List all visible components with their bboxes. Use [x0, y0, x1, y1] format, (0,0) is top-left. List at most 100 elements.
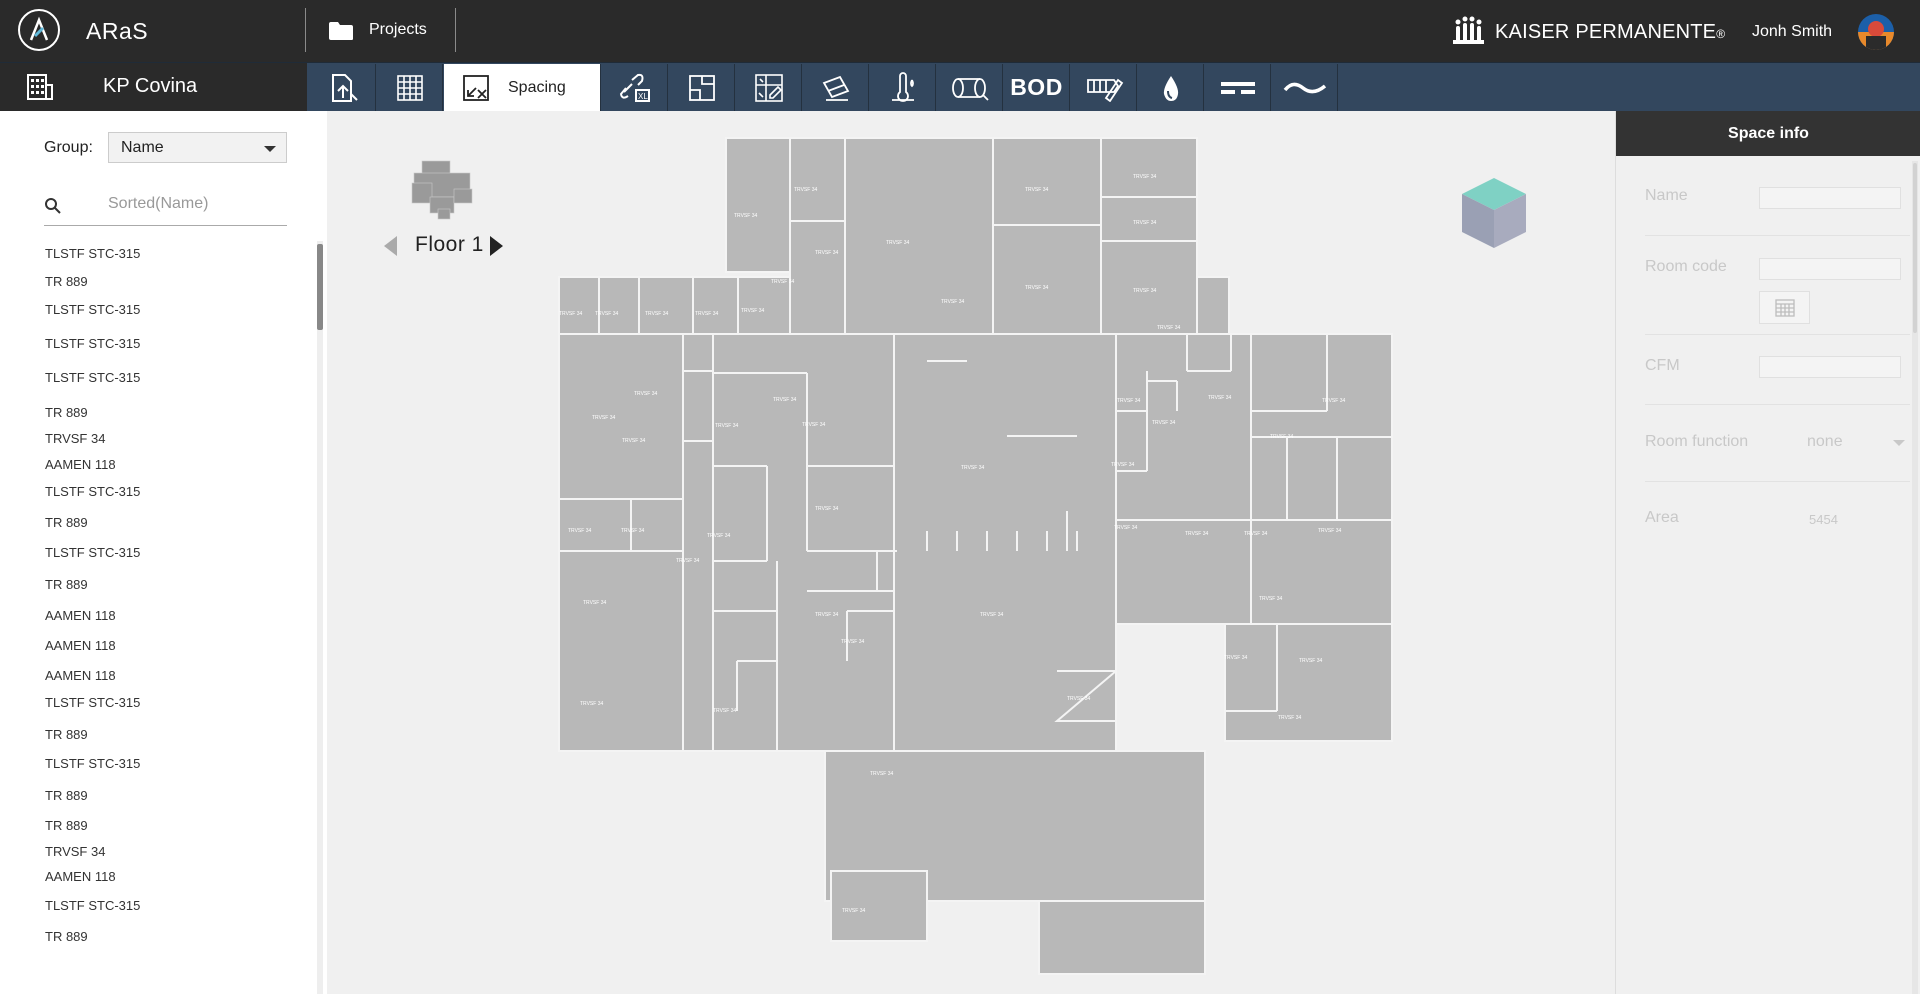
scrollbar-thumb[interactable] [317, 244, 323, 330]
view-cube-icon[interactable] [1460, 176, 1528, 250]
room-function-dropdown[interactable]: none [1807, 433, 1843, 451]
tab-spacing[interactable]: Spacing [444, 64, 601, 111]
folder-icon[interactable] [328, 21, 354, 46]
layers-edit-icon[interactable] [736, 64, 802, 111]
scrollbar-thumb[interactable] [1913, 163, 1917, 333]
pencil-tags-icon[interactable] [1071, 64, 1137, 111]
name-label: Name [1645, 187, 1688, 204]
room-tag: TRVSF 34 [645, 311, 668, 317]
divider [1645, 334, 1910, 335]
group-dropdown[interactable]: Name [108, 132, 287, 163]
floor-plan[interactable]: TRVSF 34 TRVSF 34 TRVSF 34 TRVSF 34 TRVS… [327, 111, 1615, 994]
room-tag: TRVSF 34 [741, 308, 764, 314]
top-bar: ARaS Projects KAISER PERMANENTE® Jonh Sm… [0, 0, 1920, 62]
room-tag: TRVSF 34 [1270, 434, 1293, 440]
room-tag: TRVSF 34 [592, 415, 615, 421]
panel-title: Space info [1616, 111, 1920, 156]
room-layout-icon[interactable] [669, 64, 735, 111]
water-drop-icon[interactable] [1138, 64, 1204, 111]
room-tag: TRVSF 34 [815, 250, 838, 256]
minimap[interactable] [410, 159, 474, 223]
list-item[interactable]: TR 889 [45, 515, 88, 530]
list-item[interactable]: AAMEN 118 [45, 668, 116, 683]
cfm-field[interactable] [1759, 356, 1901, 378]
list-item[interactable]: TLSTF STC-315 [45, 695, 140, 710]
list-item[interactable]: TR 889 [45, 818, 88, 833]
wave-icon[interactable] [1272, 64, 1338, 111]
list-item[interactable]: TLSTF STC-315 [45, 302, 140, 317]
floor-next-arrow-icon[interactable] [490, 236, 503, 256]
link-xl-icon[interactable]: XL [602, 64, 668, 111]
list-item[interactable]: TLSTF STC-315 [45, 898, 140, 913]
room-tag: TRVSF 34 [1067, 696, 1090, 702]
calendar-icon [1774, 298, 1795, 317]
room-tag: TRVSF 34 [1299, 658, 1322, 664]
chevron-down-icon[interactable] [1893, 440, 1905, 446]
list-item[interactable]: TR 889 [45, 788, 88, 803]
search-input[interactable] [108, 195, 278, 213]
room-tag: TRVSF 34 [802, 422, 825, 428]
room-tag: TRVSF 34 [1259, 596, 1282, 602]
scrollbar-track[interactable] [317, 241, 323, 994]
list-item[interactable]: TR 889 [45, 577, 88, 592]
list-item[interactable]: AAMEN 118 [45, 608, 116, 623]
room-tag: TRVSF 34 [1244, 531, 1267, 537]
room-tag: TRVSF 34 [715, 423, 738, 429]
user-name[interactable]: Jonh Smith [1752, 23, 1832, 41]
app-name: ARaS [86, 18, 149, 44]
list-item[interactable]: TR 889 [45, 274, 88, 289]
space-info-panel: Space info Name Room code CFM Room funct… [1615, 111, 1920, 994]
list-item[interactable]: TR 889 [45, 727, 88, 742]
room-tag: TRVSF 34 [1111, 462, 1134, 468]
list-item[interactable]: TRVSF 34 [45, 844, 105, 859]
list-item[interactable]: AAMEN 118 [45, 638, 116, 653]
room-code-field[interactable] [1759, 258, 1901, 280]
area-label: Area [1645, 509, 1679, 526]
projects-link[interactable]: Projects [369, 21, 427, 39]
floorplan-viewport[interactable]: TRVSF 34 TRVSF 34 TRVSF 34 TRVSF 34 TRVS… [327, 111, 1615, 994]
search-icon [45, 198, 61, 214]
floor-prev-arrow-icon[interactable] [384, 236, 397, 256]
divider [455, 8, 456, 52]
list-item[interactable]: AAMEN 118 [45, 457, 116, 472]
room-tag: TRVSF 34 [841, 639, 864, 645]
list-item[interactable]: TR 889 [45, 929, 88, 944]
paint-edit-icon[interactable] [803, 64, 869, 111]
project-selector[interactable]: KP Covina [0, 63, 307, 112]
list-item[interactable]: AAMEN 118 [45, 869, 116, 884]
group-label: Group: [44, 139, 93, 156]
room-tag: TRVSF 34 [1025, 187, 1048, 193]
room-tag: TRVSF 34 [1185, 531, 1208, 537]
avatar[interactable] [1858, 14, 1894, 50]
list-item[interactable]: TR 889 [45, 405, 88, 420]
calendar-button[interactable] [1759, 291, 1810, 324]
list-item[interactable]: TLSTF STC-315 [45, 756, 140, 771]
search-box [44, 191, 287, 226]
list-item[interactable]: TLSTF STC-315 [45, 246, 140, 261]
room-tag: TRVSF 34 [713, 708, 736, 714]
list-item[interactable]: TRVSF 34 [45, 431, 105, 446]
duct-icon[interactable] [937, 64, 1003, 111]
list-item[interactable]: TLSTF STC-315 [45, 336, 140, 351]
room-tag: TRVSF 34 [1278, 715, 1301, 721]
room-tag: TRVSF 34 [559, 311, 582, 317]
registered-mark: ® [1716, 27, 1726, 41]
thermometer-drop-icon[interactable] [870, 64, 936, 111]
room-tag: TRVSF 34 [794, 187, 817, 193]
aras-logo-icon[interactable] [17, 8, 61, 52]
room-tag: TRVSF 34 [1157, 325, 1180, 331]
room-tag: TRVSF 34 [961, 465, 984, 471]
grid-table-icon[interactable] [377, 64, 443, 111]
list-item[interactable]: TLSTF STC-315 [45, 370, 140, 385]
room-tag: TRVSF 34 [980, 612, 1003, 618]
divider [1645, 404, 1910, 405]
export-document-icon[interactable] [310, 64, 376, 111]
dashes-icon[interactable] [1205, 64, 1271, 111]
name-field[interactable] [1759, 187, 1901, 209]
list-item[interactable]: TLSTF STC-315 [45, 484, 140, 499]
brand-text: KAISER PERMANENTE [1495, 21, 1717, 43]
bod-button[interactable]: BOD [1004, 64, 1070, 111]
room-tag: TRVSF 34 [1224, 655, 1247, 661]
list-item[interactable]: TLSTF STC-315 [45, 545, 140, 560]
room-tag: TRVSF 34 [595, 311, 618, 317]
